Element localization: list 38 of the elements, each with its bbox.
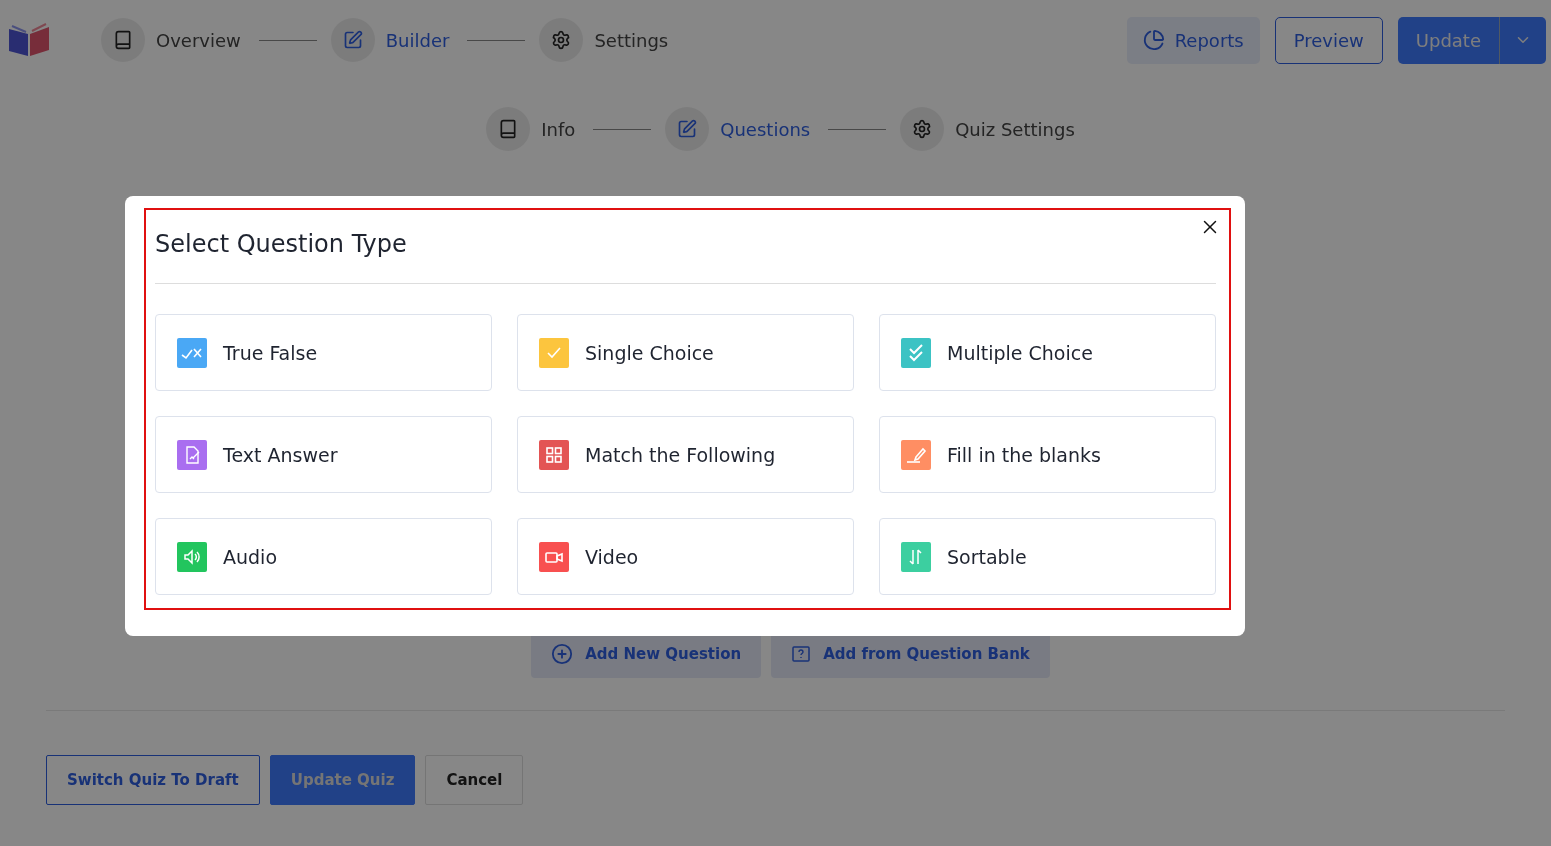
modal-title: Select Question Type	[155, 210, 1216, 284]
book-logo-icon	[7, 23, 51, 57]
settings-icon	[912, 119, 933, 139]
step-label[interactable]: Overview	[156, 29, 241, 51]
step-label[interactable]: Quiz Settings	[955, 118, 1075, 140]
question-type-card[interactable]: Multiple Choice	[879, 314, 1216, 391]
footer-button[interactable]: Switch Quiz To Draft	[46, 755, 260, 805]
step-icon-circle[interactable]	[486, 107, 531, 151]
update-button[interactable]: Update	[1397, 16, 1499, 64]
step-icon-circle[interactable]	[665, 107, 710, 151]
question-type-card[interactable]: Text Answer	[155, 416, 492, 493]
step-label[interactable]: Questions	[720, 118, 811, 140]
reports-button[interactable]: Reports	[1126, 16, 1260, 64]
question-box-icon	[791, 644, 812, 664]
step-label[interactable]: Settings	[594, 29, 669, 51]
step-icon-circle[interactable]	[900, 107, 945, 151]
footer-button[interactable]: Cancel	[425, 755, 524, 805]
step-label[interactable]: Builder	[385, 29, 450, 51]
step-icon-circle[interactable]	[539, 18, 584, 62]
preview-button[interactable]: Preview	[1274, 16, 1383, 64]
settings-icon	[551, 30, 572, 50]
edit-icon	[677, 119, 698, 139]
question-type-card[interactable]: Fill in the blanks	[879, 416, 1216, 493]
question-type-card[interactable]: Match the Following	[517, 416, 854, 493]
book-icon	[113, 30, 133, 50]
question-type-card[interactable]: Audio	[155, 518, 492, 595]
question-type-card[interactable]: Sortable	[879, 518, 1216, 595]
book-icon	[498, 119, 519, 139]
pie-chart-icon	[1142, 29, 1165, 51]
edit-icon	[342, 30, 363, 50]
step-icon-circle[interactable]	[101, 18, 145, 62]
question-type-card[interactable]: True False	[155, 314, 492, 391]
step-icon-circle[interactable]	[330, 18, 375, 62]
dropdown-button[interactable]	[1499, 16, 1546, 64]
question-type-card[interactable]: Video	[517, 518, 854, 595]
plus-circle-icon	[551, 643, 574, 665]
step-label[interactable]: Info	[541, 118, 576, 140]
question-type-card[interactable]: Single Choice	[517, 314, 854, 391]
